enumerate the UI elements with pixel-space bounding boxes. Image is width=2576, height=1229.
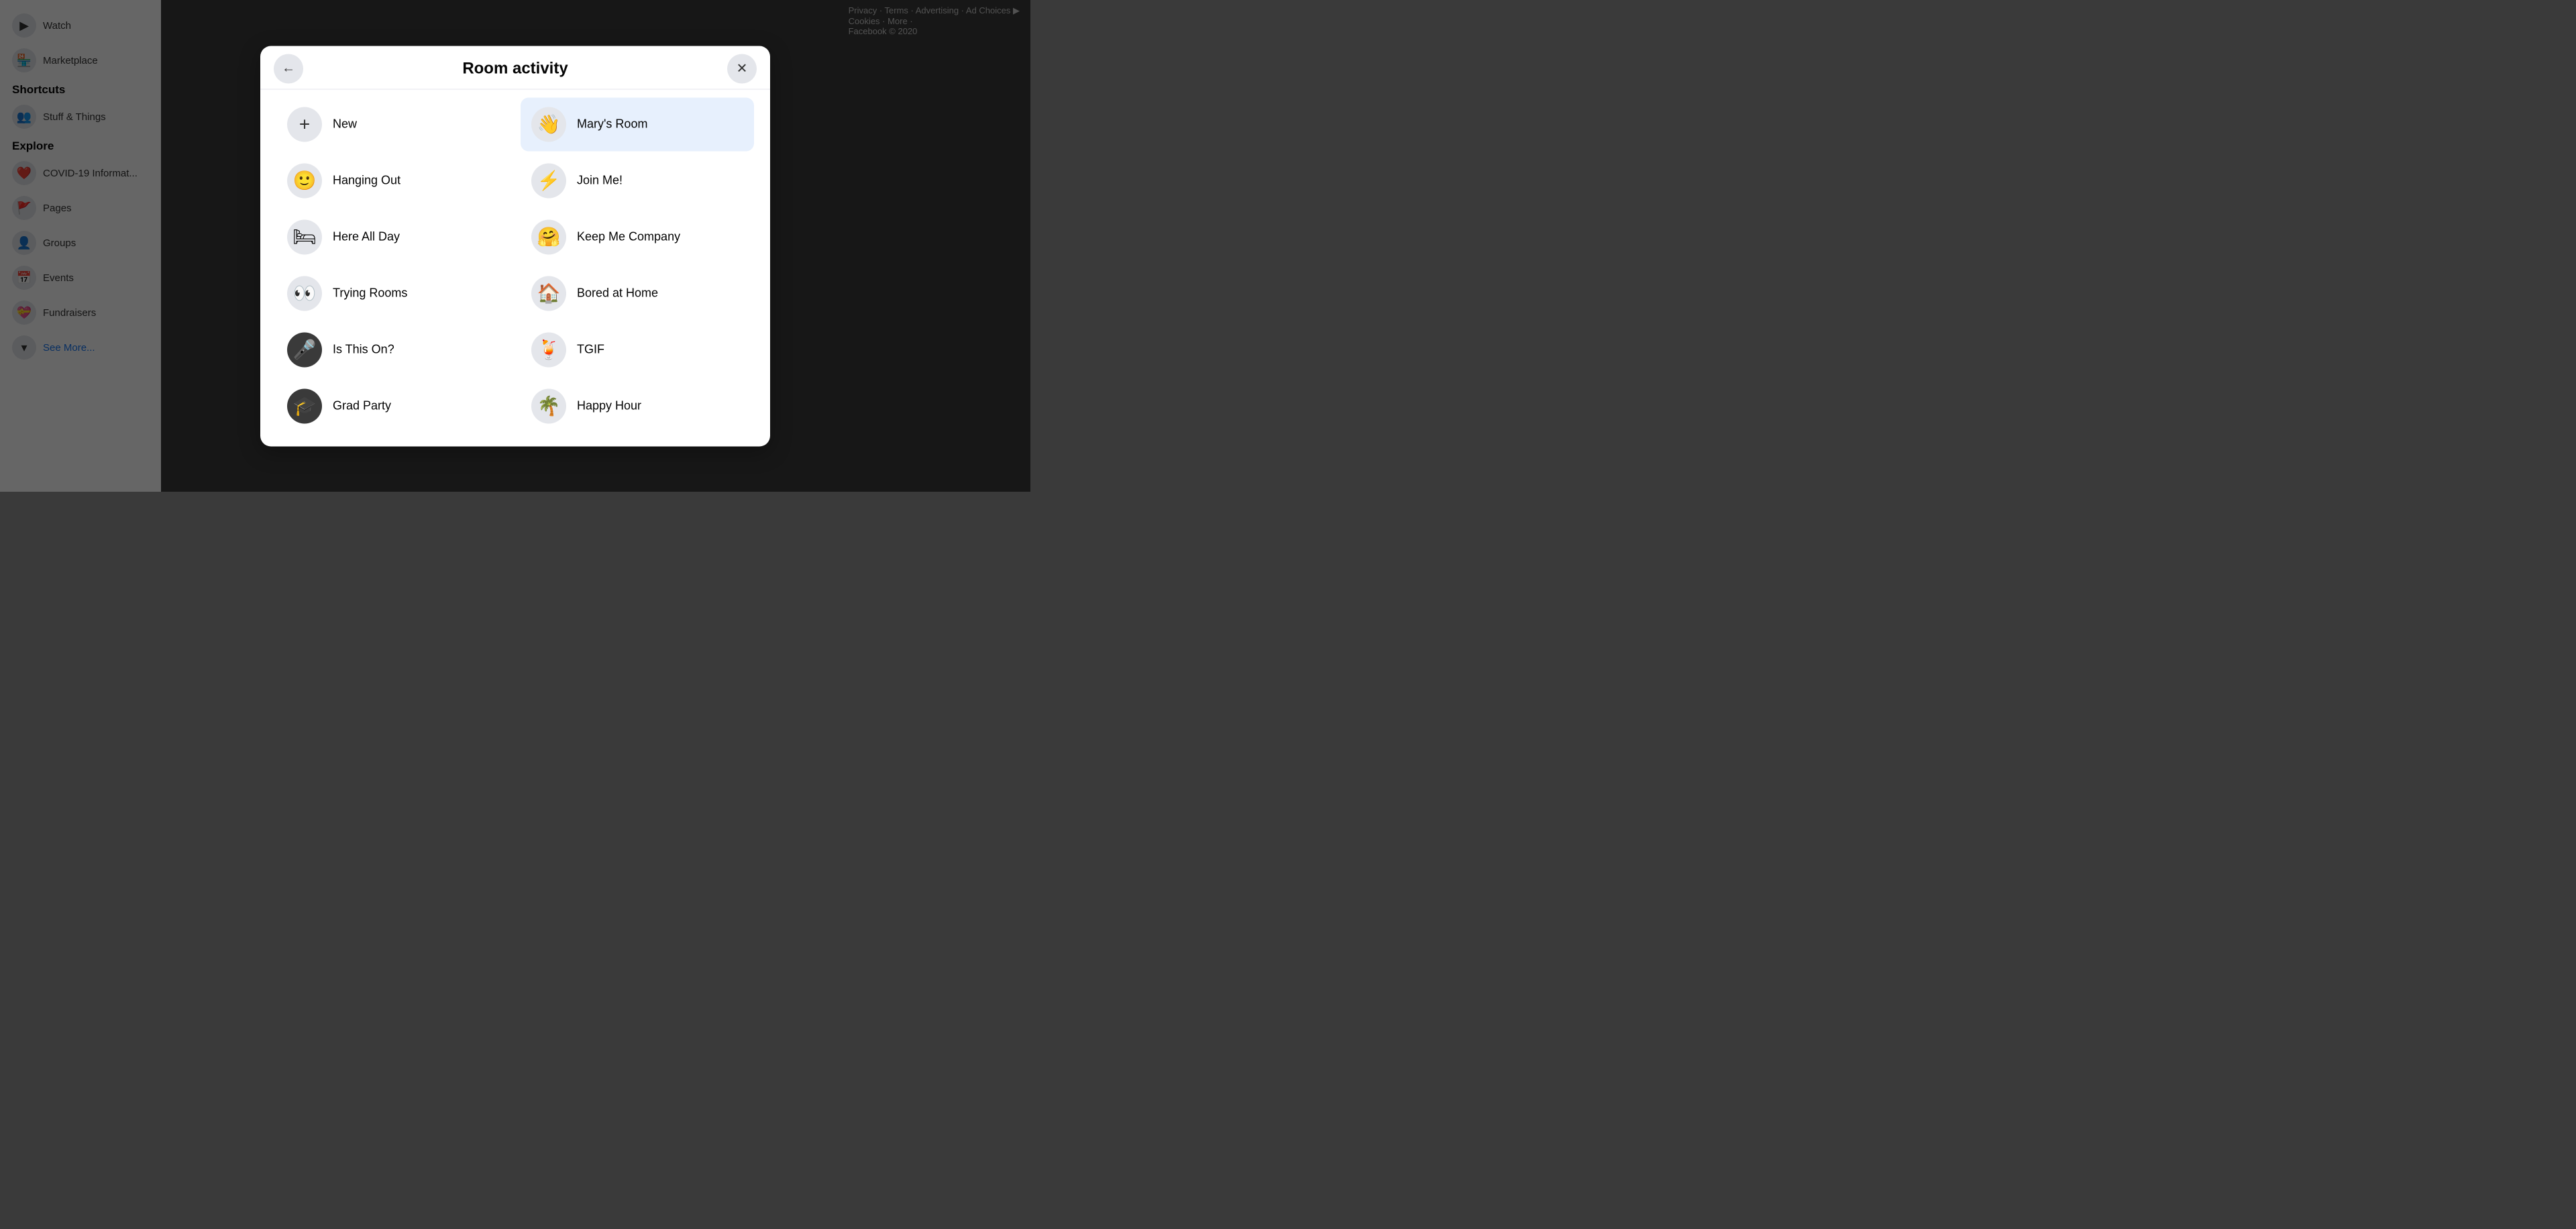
activity-item-bored-at-home[interactable]: 🏠 Bored at Home [521, 266, 754, 320]
activity-icon-hanging-out: 🙂 [287, 163, 322, 198]
activity-icon-trying-rooms: 👀 [287, 276, 322, 311]
activity-item-grad-party[interactable]: 🎓 Grad Party [276, 379, 510, 433]
activity-label-here-all-day: Here All Day [333, 230, 400, 244]
modal-header: ← Room activity ✕ [260, 46, 770, 89]
activity-item-marys-room[interactable]: 👋 Mary's Room [521, 97, 754, 151]
activity-label-trying-rooms: Trying Rooms [333, 286, 407, 301]
back-icon: ← [282, 61, 295, 76]
close-icon: ✕ [737, 60, 748, 77]
activity-icon-grad-party: 🎓 [287, 388, 322, 423]
activity-item-happy-hour[interactable]: 🌴 Happy Hour [521, 379, 754, 433]
activity-label-join-me: Join Me! [577, 174, 623, 188]
activity-item-trying-rooms[interactable]: 👀 Trying Rooms [276, 266, 510, 320]
activity-item-keep-me-company[interactable]: 🤗 Keep Me Company [521, 210, 754, 264]
activity-icon-happy-hour: 🌴 [531, 388, 566, 423]
activity-item-here-all-day[interactable]: 🛏 Here All Day [276, 210, 510, 264]
activity-icon-new: + [287, 107, 322, 142]
close-button[interactable]: ✕ [727, 54, 757, 83]
activity-icon-marys-room: 👋 [531, 107, 566, 142]
activity-icon-join-me: ⚡ [531, 163, 566, 198]
activity-label-bored-at-home: Bored at Home [577, 286, 658, 301]
room-activity-modal: ← Room activity ✕ + New 👋 Mary's Room 🙂 Hangi… [260, 46, 770, 446]
activity-item-hanging-out[interactable]: 🙂 Hanging Out [276, 154, 510, 207]
activity-icon-tgif: 🍹 [531, 332, 566, 367]
activity-label-new: New [333, 117, 357, 131]
back-button[interactable]: ← [274, 54, 303, 83]
modal-body: + New 👋 Mary's Room 🙂 Hanging Out ⚡ Join Me! 🛏 He… [260, 89, 770, 446]
activity-icon-bored-at-home: 🏠 [531, 276, 566, 311]
activity-label-happy-hour: Happy Hour [577, 399, 641, 413]
activity-label-hanging-out: Hanging Out [333, 174, 400, 188]
modal-title: Room activity [462, 59, 568, 78]
activity-label-keep-me-company: Keep Me Company [577, 230, 680, 244]
activity-item-join-me[interactable]: ⚡ Join Me! [521, 154, 754, 207]
activity-item-is-this-on[interactable]: 🎤 Is This On? [276, 323, 510, 376]
activity-label-grad-party: Grad Party [333, 399, 391, 413]
activity-item-new[interactable]: + New [276, 97, 510, 151]
activity-label-tgif: TGIF [577, 343, 604, 357]
activity-grid: + New 👋 Mary's Room 🙂 Hanging Out ⚡ Join Me! 🛏 He… [276, 97, 754, 433]
activity-icon-here-all-day: 🛏 [287, 219, 322, 254]
activity-item-tgif[interactable]: 🍹 TGIF [521, 323, 754, 376]
activity-icon-keep-me-company: 🤗 [531, 219, 566, 254]
activity-label-marys-room: Mary's Room [577, 117, 647, 131]
activity-label-is-this-on: Is This On? [333, 343, 394, 357]
activity-icon-is-this-on: 🎤 [287, 332, 322, 367]
